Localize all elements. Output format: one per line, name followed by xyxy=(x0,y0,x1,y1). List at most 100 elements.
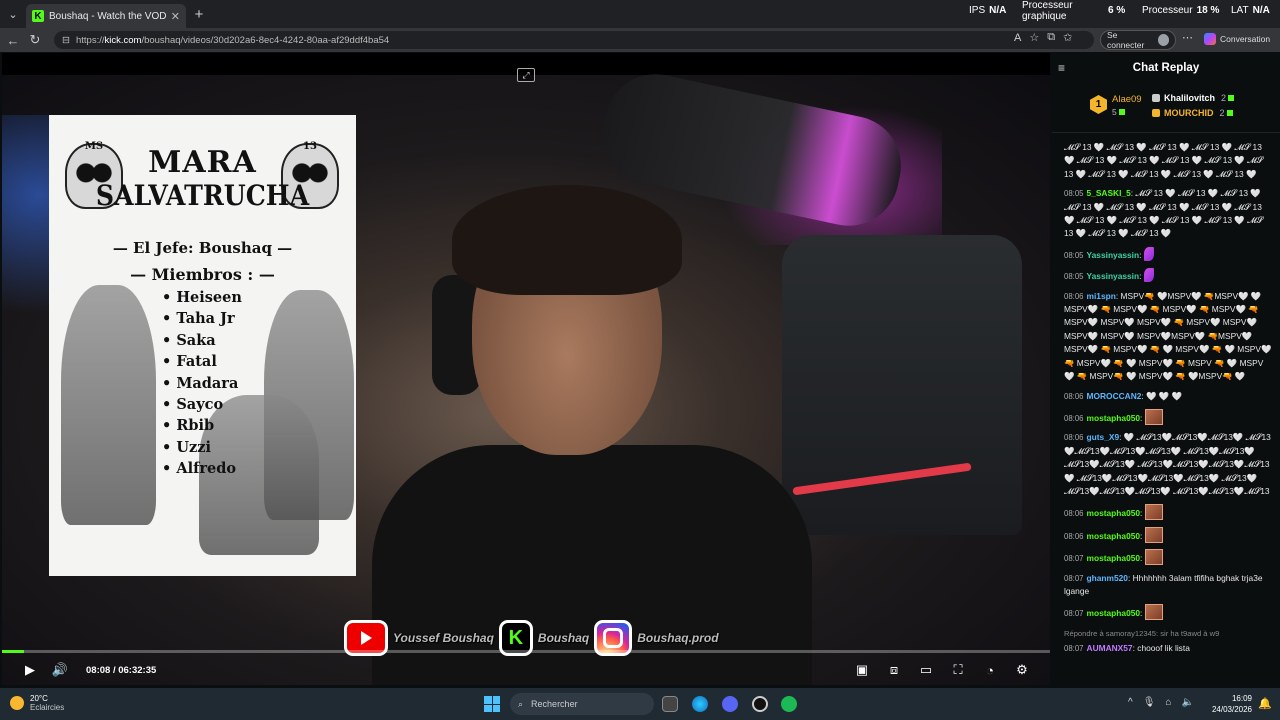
microphone-icon[interactable]: 🎙 xyxy=(1143,697,1156,708)
windows-taskbar: 20°C Eclaircies ⌕ Rechercher ^ 🎙 ⌂ 🔈 16:… xyxy=(0,688,1280,720)
site-info-icon[interactable]: ⊟ xyxy=(62,35,70,46)
chat-message: 08:07 ghanm520: Hhhhhhh 3alam tfifiha bgh… xyxy=(1064,572,1272,599)
perf-gpu-label: Processeur graphique xyxy=(1022,1,1073,22)
picture-emote-icon xyxy=(1144,504,1163,521)
settings-gear-icon[interactable]: ⚙ xyxy=(1008,656,1036,684)
message-username[interactable]: mostapha050 xyxy=(1087,413,1141,423)
chat-message: 08:06 mi1spn: MSPV🔫 🤍MSPV🤍 🔫MSPV🤍 🤍 MSPV🤍… xyxy=(1064,290,1272,384)
perf-lat: LAT N/A xyxy=(1231,6,1270,16)
spotify-icon[interactable] xyxy=(781,696,797,712)
poster-member: Uzzi xyxy=(162,437,242,458)
leader-2[interactable]: Khalilovitch 2 xyxy=(1152,93,1235,103)
tray-chevron-icon[interactable]: ^ xyxy=(1128,697,1133,708)
play-icon[interactable]: ▶ xyxy=(16,656,44,684)
lat-value: N/A xyxy=(1252,5,1270,16)
chat-header: ≡ Chat Replay xyxy=(1052,53,1280,83)
poster-member: Sayco xyxy=(162,394,242,415)
refresh-icon[interactable]: ↻ xyxy=(24,32,46,48)
clip-icon[interactable]: ⧈ xyxy=(880,656,908,684)
message-username[interactable]: AUMANX57 xyxy=(1087,643,1133,653)
url-domain: kick.com xyxy=(104,34,142,46)
chat-message: 08:07 mostapha050: xyxy=(1064,549,1272,566)
message-username[interactable]: mostapha050 xyxy=(1087,508,1141,518)
playback-speed-icon[interactable]: ◔ xyxy=(976,656,1004,684)
url-field[interactable]: ⊟ https://kick.com/boushaq/videos/30d202… xyxy=(54,31,1094,49)
message-username[interactable]: ghanm520 xyxy=(1087,573,1128,583)
message-username[interactable]: mostapha050 xyxy=(1087,553,1141,563)
seek-bar[interactable] xyxy=(2,650,1050,653)
discord-icon[interactable] xyxy=(722,696,738,712)
tab-title: Boushaq - Watch the VOD on Kick xyxy=(49,10,166,22)
perf-ips: IPS N/A xyxy=(969,6,1006,16)
time-display: 08:08 / 06:32:35 xyxy=(86,665,156,676)
obs-icon[interactable] xyxy=(752,696,768,712)
perf-gpu: 6 % xyxy=(1108,6,1125,16)
edge-browser-icon[interactable] xyxy=(692,696,708,712)
tab-close-icon[interactable]: ✕ xyxy=(171,10,180,23)
volume-icon[interactable]: 🔊 xyxy=(46,656,74,684)
message-text: 🤍 🤍 🤍 xyxy=(1146,390,1183,401)
url-text: https://kick.com/boushaq/videos/30d202a6… xyxy=(76,35,389,46)
message-username[interactable]: Yassinyassin xyxy=(1087,271,1140,281)
search-placeholder: Rechercher xyxy=(531,699,578,709)
new-tab-plus-icon[interactable]: + xyxy=(186,6,212,23)
instagram-handle: Boushaq.prod xyxy=(637,631,719,645)
network-icon[interactable]: ⌂ xyxy=(1165,697,1171,708)
fullscreen-icon[interactable]: ⛶ xyxy=(944,656,972,684)
message-username[interactable]: 5_SASKI_5 xyxy=(1087,188,1131,198)
message-username[interactable]: Yassinyassin xyxy=(1087,250,1140,260)
current-time: 08:08 xyxy=(86,664,111,676)
chat-message: 08:07 mostapha050: xyxy=(1064,604,1272,621)
kick-favicon-icon: K xyxy=(32,10,44,22)
picture-emote-icon xyxy=(1144,526,1163,543)
message-timestamp: 08:05 xyxy=(1064,250,1084,260)
leader-1-name[interactable]: Alae09 xyxy=(1112,94,1142,105)
message-timestamp: 08:06 xyxy=(1064,413,1084,423)
weather-desc: Eclaircies xyxy=(30,703,65,712)
copilot-button[interactable]: Conversation xyxy=(1204,33,1270,45)
favorite-star-icon[interactable]: ☆ xyxy=(1029,31,1039,44)
weather-widget[interactable]: 20°C Eclaircies xyxy=(10,694,64,712)
more-menu-icon[interactable]: ⋯ xyxy=(1182,31,1193,44)
favorites-list-icon[interactable]: ✩ xyxy=(1063,31,1072,44)
message-text: MSPV🔫 🤍MSPV🤍 🔫MSPV🤍 🤍 MSPV🤍 🔫 MSPV🤍 🔫 MS… xyxy=(1064,290,1272,382)
notification-bell-icon[interactable]: 🔔 xyxy=(1258,697,1272,710)
message-username[interactable]: mostapha050 xyxy=(1087,608,1141,618)
ips-label: IPS xyxy=(969,5,986,16)
speaker-icon[interactable]: 🔈 xyxy=(1181,697,1193,708)
picture-emote-icon xyxy=(1144,549,1163,566)
back-arrow-icon[interactable]: ← xyxy=(2,33,24,48)
signin-button[interactable]: Se connecter xyxy=(1100,30,1176,50)
cpu-label: Processeur xyxy=(1142,5,1193,16)
seek-bar-played xyxy=(2,650,24,653)
url-prefix: https:// xyxy=(75,34,105,46)
miniplayer-icon[interactable]: ▣ xyxy=(848,656,876,684)
poster-member: Fatal xyxy=(162,351,242,372)
message-username[interactable]: MOROCCAN2 xyxy=(1087,391,1142,401)
chat-message-list[interactable]: 𝓜𝓢 13 🤍 𝓜𝓢 13 🤍 𝓜𝓢 13 🤍 𝓜𝓢 13 🤍 𝓜𝓢 13 🤍 … xyxy=(1064,141,1272,662)
theater-mode-icon[interactable]: ▭ xyxy=(912,656,940,684)
taskbar-search[interactable]: ⌕ Rechercher xyxy=(510,693,654,715)
message-username[interactable]: mostapha050 xyxy=(1087,531,1141,541)
poster-member: Heiseen xyxy=(162,287,242,308)
chat-title: Chat Replay xyxy=(1132,62,1200,74)
leader-3[interactable]: MOURCHID 2 xyxy=(1152,108,1233,118)
poster-member: Saka xyxy=(162,330,242,351)
poster-member-list: Heiseen Taha Jr Saka Fatal Madara Sayco … xyxy=(162,287,242,480)
taskbar-clock[interactable]: 16:09 24/03/2026 xyxy=(1204,693,1252,715)
message-username[interactable]: mi1spn xyxy=(1087,291,1116,301)
tab-actions-chevron-icon[interactable]: ⌄ xyxy=(0,0,26,28)
poster-title-line2: SALVATRUCHA xyxy=(95,179,310,212)
windows-start-icon[interactable] xyxy=(484,696,500,712)
chat-message: 08:06 MOROCCAN2: 🤍 🤍 🤍 xyxy=(1064,390,1272,403)
read-aloud-icon[interactable]: A xyxy=(1014,32,1021,44)
extensions-icon[interactable]: ⧉ xyxy=(1047,31,1055,44)
collapse-chat-icon[interactable]: ≡ xyxy=(1058,61,1065,75)
message-text: chooof lik lista xyxy=(1137,643,1190,654)
video-player[interactable]: ⤢ MS 13 MARA SALVATRUCHA — El Jefe: Bous… xyxy=(2,53,1050,685)
message-username[interactable]: guts_X9 xyxy=(1087,432,1120,442)
message-timestamp: 08:07 xyxy=(1064,573,1084,583)
pip-toggle-icon[interactable]: ⤢ xyxy=(517,68,535,82)
browser-tab-active[interactable]: K Boushaq - Watch the VOD on Kick ✕ xyxy=(26,4,186,28)
task-view-icon[interactable] xyxy=(662,696,678,712)
